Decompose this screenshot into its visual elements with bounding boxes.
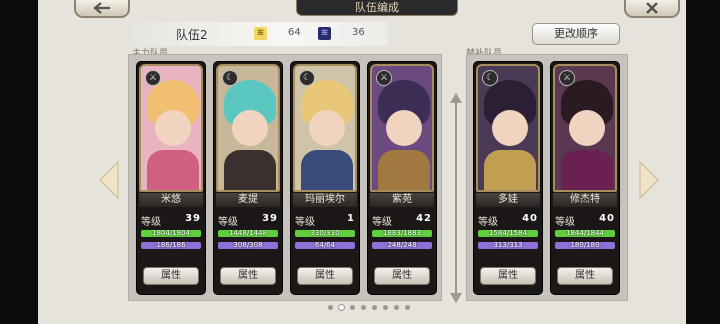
character-card[interactable]: ☾ 多娃等级 40 1584/1584 313/313 属性: [474, 62, 542, 294]
team-name: 队伍2: [176, 28, 208, 42]
character-name: 修杰特: [553, 193, 617, 207]
power-icon: ≋: [318, 27, 331, 40]
level-value: 39: [262, 213, 278, 224]
sp-bar: 64/64: [295, 242, 355, 249]
sp-value: 308/308: [233, 242, 263, 249]
scroll-up-icon[interactable]: [449, 92, 463, 104]
attribute-button[interactable]: 属性: [297, 267, 353, 285]
page-dot[interactable]: [394, 305, 399, 310]
level-row: 等级 39: [141, 213, 201, 228]
character-card[interactable]: ☾ 玛丽埃尔等级 1 330/330 64/64 属性: [291, 62, 359, 294]
hp-bar: 1883/1883: [372, 230, 432, 237]
prev-page-icon[interactable]: [98, 160, 120, 200]
attribute-button[interactable]: 属性: [480, 267, 536, 285]
character-card[interactable]: ⚔ 修杰特等级 40 1844/1844 180/180 属性: [551, 62, 619, 294]
level-row: 等级 40: [555, 213, 615, 228]
divider-rail: [455, 98, 457, 298]
sp-value: 248/248: [387, 242, 417, 249]
character-portrait[interactable]: ⚔: [370, 64, 434, 192]
level-row: 等级 40: [478, 213, 538, 228]
sp-value: 64/64: [314, 242, 336, 249]
character-name: 米悠: [139, 193, 203, 207]
character-portrait[interactable]: ⚔: [139, 64, 203, 192]
level-label: 等级: [555, 217, 575, 228]
hp-value: 330/330: [310, 230, 340, 237]
level-row: 等级 39: [218, 213, 278, 228]
character-card[interactable]: ⚔ 紫苑等级 42 1883/1883 248/248 属性: [368, 62, 436, 294]
attribute-button[interactable]: 属性: [143, 267, 199, 285]
level-row: 等级 1: [295, 213, 355, 228]
hp-bar: 1844/1844: [555, 230, 615, 237]
power-value: 36: [352, 27, 365, 38]
page-dot[interactable]: [361, 305, 366, 310]
cost-value: 64: [288, 27, 301, 38]
sword-icon: ⚔: [145, 70, 161, 86]
moon-icon: ☾: [482, 70, 498, 86]
team-info-bar: 队伍2 ≋ 64 ≋ 36: [132, 22, 388, 46]
sp-bar: 186/186: [141, 242, 201, 249]
sp-bar: 313/313: [478, 242, 538, 249]
character-portrait[interactable]: ☾: [476, 64, 540, 192]
sp-bar: 180/180: [555, 242, 615, 249]
character-portrait[interactable]: ☾: [216, 64, 280, 192]
hp-value: 1844/1844: [566, 230, 604, 237]
level-label: 等级: [478, 217, 498, 228]
sp-value: 186/186: [156, 242, 186, 249]
scroll-down-icon[interactable]: [449, 292, 463, 304]
attribute-button[interactable]: 属性: [220, 267, 276, 285]
level-value: 39: [185, 213, 201, 224]
cost-icon: ≋: [254, 27, 267, 40]
next-page-icon[interactable]: [638, 160, 660, 200]
page-indicator: [328, 305, 410, 310]
level-label: 等级: [372, 217, 392, 228]
character-card[interactable]: ⚔ 米悠等级 39 1804/1804 186/186 属性: [137, 62, 205, 294]
character-name: 多娃: [476, 193, 540, 207]
sp-bar: 308/308: [218, 242, 278, 249]
level-value: 40: [522, 213, 538, 224]
hp-bar: 330/330: [295, 230, 355, 237]
page-title: 队伍编成: [296, 0, 458, 16]
character-name: 紫苑: [370, 193, 434, 207]
level-label: 等级: [218, 217, 238, 228]
sp-value: 180/180: [570, 242, 600, 249]
moon-icon: ☾: [299, 70, 315, 86]
back-button[interactable]: [74, 0, 130, 18]
level-row: 等级 42: [372, 213, 432, 228]
character-portrait[interactable]: ⚔: [553, 64, 617, 192]
page-dot[interactable]: [372, 305, 377, 310]
back-arrow-icon: [93, 2, 110, 14]
attribute-button[interactable]: 属性: [374, 267, 430, 285]
hp-value: 1448/1448: [229, 230, 267, 237]
hp-value: 1584/1584: [489, 230, 527, 237]
level-label: 等级: [141, 217, 161, 228]
hp-value: 1804/1804: [152, 230, 190, 237]
sword-icon: ⚔: [376, 70, 392, 86]
page-dot[interactable]: [383, 305, 388, 310]
character-card[interactable]: ☾ 麦提等级 39 1448/1448 308/308 属性: [214, 62, 282, 294]
character-name: 麦提: [216, 193, 280, 207]
level-value: 42: [416, 213, 432, 224]
page-dot[interactable]: [339, 305, 344, 310]
moon-icon: ☾: [222, 70, 238, 86]
close-icon: [646, 2, 658, 14]
attribute-button[interactable]: 属性: [557, 267, 613, 285]
character-name: 玛丽埃尔: [293, 193, 357, 207]
level-value: 1: [347, 213, 355, 224]
level-label: 等级: [295, 217, 315, 228]
page-dot[interactable]: [328, 305, 333, 310]
hp-value: 1883/1883: [383, 230, 421, 237]
sp-value: 313/313: [493, 242, 523, 249]
hp-bar: 1804/1804: [141, 230, 201, 237]
hp-bar: 1584/1584: [478, 230, 538, 237]
character-portrait[interactable]: ☾: [293, 64, 357, 192]
sword-icon: ⚔: [559, 70, 575, 86]
page-dot[interactable]: [405, 305, 410, 310]
reorder-button[interactable]: 更改顺序: [532, 23, 620, 45]
close-button[interactable]: [624, 0, 680, 18]
hp-bar: 1448/1448: [218, 230, 278, 237]
sp-bar: 248/248: [372, 242, 432, 249]
page-dot[interactable]: [350, 305, 355, 310]
level-value: 40: [599, 213, 615, 224]
